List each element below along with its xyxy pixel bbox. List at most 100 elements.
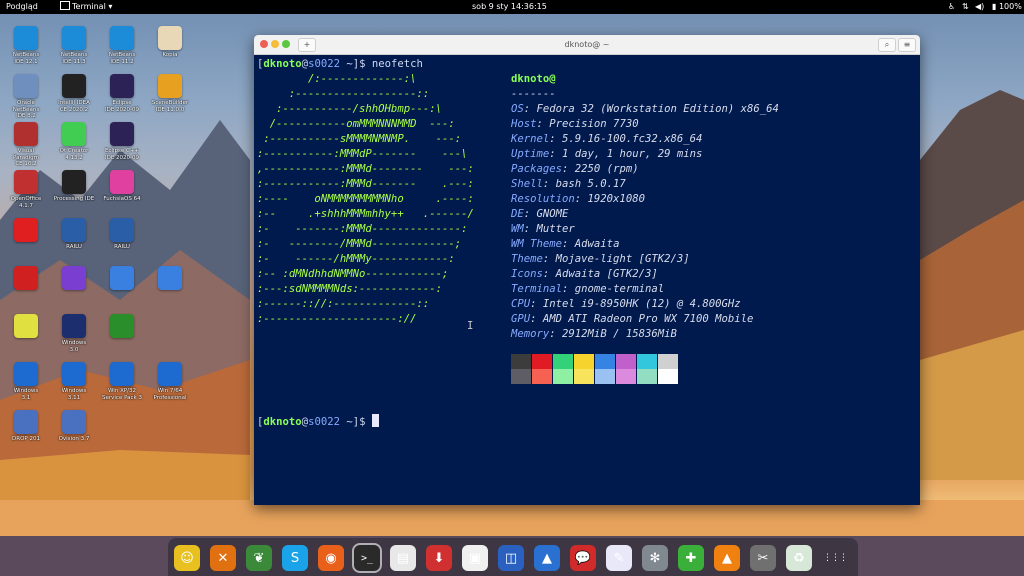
terminal-icon[interactable]: >_: [352, 543, 382, 573]
netbeans-icon: [14, 26, 38, 50]
files-icon[interactable]: ▣: [462, 545, 488, 571]
desktop-icon[interactable]: IntelliJ IDEA CE 2020.2: [52, 74, 96, 113]
app-icon: [62, 266, 86, 290]
desktop-icon[interactable]: [148, 266, 192, 292]
info-value: 1 day, 1 hour, 29 mins: [562, 148, 703, 160]
desktop-icon[interactable]: Eclipse C++ IDE 2020-09: [100, 122, 144, 161]
info-key: Kernel: [511, 133, 550, 145]
terminal-app-menu[interactable]: Terminal ▾: [60, 0, 112, 14]
railu-icon: [110, 218, 134, 242]
fuchsia-icon: [110, 170, 134, 194]
puzzle-icon[interactable]: ✚: [678, 545, 704, 571]
ascii-logo-line: :---- oNMMMMMMMMMNho .----:: [257, 193, 474, 205]
network-icon[interactable]: ⇅: [962, 0, 969, 14]
visual-paradigm-icon: [14, 122, 38, 146]
x-app-icon[interactable]: ✕: [210, 545, 236, 571]
info-separator: -------: [511, 88, 556, 100]
shark-icon[interactable]: ▲: [534, 545, 560, 571]
tools-icon[interactable]: ✂: [750, 545, 776, 571]
battery-status[interactable]: ▮ 100%: [992, 0, 1022, 14]
skype-icon[interactable]: S: [282, 545, 308, 571]
desktop-icon[interactable]: RAILU: [52, 218, 96, 251]
volume-icon[interactable]: ◀): [975, 0, 984, 14]
desktop-icon[interactable]: Windows 3.0: [52, 314, 96, 353]
ascii-logo-line: :-------------------::: [257, 88, 430, 100]
leaf-icon[interactable]: ❦: [246, 545, 272, 571]
notes-icon[interactable]: ✎: [606, 545, 632, 571]
desktop-icon[interactable]: OpenOffice 4.1.7: [4, 170, 48, 209]
vlc-icon[interactable]: ▲: [714, 545, 740, 571]
apps-grid-icon[interactable]: ⋮⋮⋮: [822, 545, 848, 571]
firefox-icon[interactable]: ◉: [318, 545, 344, 571]
desktop-icon[interactable]: RAILU: [100, 218, 144, 251]
desktop-icon[interactable]: Windows 3.11: [52, 362, 96, 401]
desktop-icon[interactable]: Visual Paradigm CE 16.2: [4, 122, 48, 168]
desktop-icon[interactable]: Windows 3.1: [4, 362, 48, 401]
info-line: Uptime: 1 day, 1 hour, 29 mins: [511, 148, 703, 160]
info-key: CPU: [511, 298, 531, 310]
desktop-icon[interactable]: Win XP/32 Service Pack 3: [100, 362, 144, 401]
info-line: GPU: AMD ATI Radeon Pro WX 7100 Mobile: [511, 313, 754, 325]
info-user: dknoto@: [511, 73, 556, 85]
document-icon[interactable]: ▤: [390, 545, 416, 571]
desktop-icon-label: Processing IDE: [53, 196, 95, 202]
desktop-icon-label: FuchsiaOS 64: [103, 196, 141, 202]
activities-label[interactable]: Podgląd: [6, 0, 38, 14]
terminal-titlebar[interactable]: + dknoto@ ~ ⌕ ≡: [254, 35, 920, 55]
palette-swatch: [595, 369, 615, 384]
terminal-window[interactable]: + dknoto@ ~ ⌕ ≡ [dknoto@s0022 ~]$ neofet…: [254, 35, 920, 505]
desktop-icon[interactable]: Eclipse IDE 2020-09: [100, 74, 144, 113]
desktop-icon[interactable]: [100, 266, 144, 292]
processing-icon: [62, 170, 86, 194]
info-value: GNOME: [536, 208, 569, 220]
info-line: Kernel: 5.9.16-100.fc32.x86_64: [511, 133, 703, 145]
netbeans-icon: [62, 26, 86, 50]
desktop-icon[interactable]: [100, 314, 144, 340]
desktop-icon[interactable]: Oracle NetBeans IDE 8.2: [4, 74, 48, 120]
palette-swatch: [658, 369, 678, 384]
ascii-logo-line: :---------------------://: [257, 313, 417, 325]
trash-icon[interactable]: ♻: [786, 545, 812, 571]
prompt-host: s0022: [308, 416, 340, 428]
search-icon[interactable]: ⌕: [878, 38, 896, 52]
desktop-icon[interactable]: [4, 218, 48, 244]
netbeans-icon: [110, 26, 134, 50]
desktop-icon[interactable]: NetBeans IDE 11.2: [100, 26, 144, 65]
info-key: Memory: [511, 328, 550, 340]
desktop-icon[interactable]: Ovision 3.7: [52, 410, 96, 443]
desktop-icon[interactable]: Kopia: [148, 26, 192, 59]
chat-icon[interactable]: 💬: [570, 545, 596, 571]
mouse-ibeam-icon: I: [467, 320, 474, 332]
desktop-icon-label: DROP 201: [12, 436, 40, 442]
desktop-icon[interactable]: Win 7/64 Professional: [148, 362, 192, 401]
terminal-screen[interactable]: [dknoto@s0022 ~]$ neofetch /:-----------…: [257, 57, 917, 505]
desktop-icon[interactable]: NetBeans IDE 12.1: [4, 26, 48, 65]
desktop-icon[interactable]: [4, 266, 48, 292]
desktop-icon[interactable]: [52, 266, 96, 292]
download-icon[interactable]: ⬇: [426, 545, 452, 571]
finder-icon: [110, 266, 134, 290]
settings-icon[interactable]: ✻: [642, 545, 668, 571]
menu-icon[interactable]: ≡: [898, 38, 916, 52]
info-value: Intel i9-8950HK (12) @ 4.800GHz: [542, 298, 741, 310]
desktop-icon[interactable]: [4, 314, 48, 340]
desktop-icon[interactable]: FuchsiaOS 64: [100, 170, 144, 203]
desktop-icon-label: Windows 3.11: [61, 388, 87, 401]
desktop-icon[interactable]: NetBeans IDE 11.3: [52, 26, 96, 65]
desktop-icon[interactable]: Processing IDE: [52, 170, 96, 203]
info-key: OS: [511, 103, 524, 115]
accessibility-icon[interactable]: ♿: [948, 0, 955, 14]
scanner-icon[interactable]: ◫: [498, 545, 524, 571]
desktop-icon[interactable]: DROP 201: [4, 410, 48, 443]
clock[interactable]: sob 9 sty 14:36:15: [472, 0, 547, 14]
palette-swatch: [553, 354, 573, 369]
desktop-icon[interactable]: SceneBuilder IDE 11.0.0: [148, 74, 192, 113]
desktop-icon[interactable]: Qt Creator 4.13.2: [52, 122, 96, 161]
cheese-icon[interactable]: ☺: [174, 545, 200, 571]
info-value: 1920x1080: [587, 193, 645, 205]
info-key: Terminal: [511, 283, 563, 295]
ascii-logo-line: :---:sdNMMMMNds:------------:: [257, 283, 442, 295]
info-key: Uptime: [511, 148, 550, 160]
palette-swatch: [532, 369, 552, 384]
info-key: WM Theme: [511, 238, 563, 250]
